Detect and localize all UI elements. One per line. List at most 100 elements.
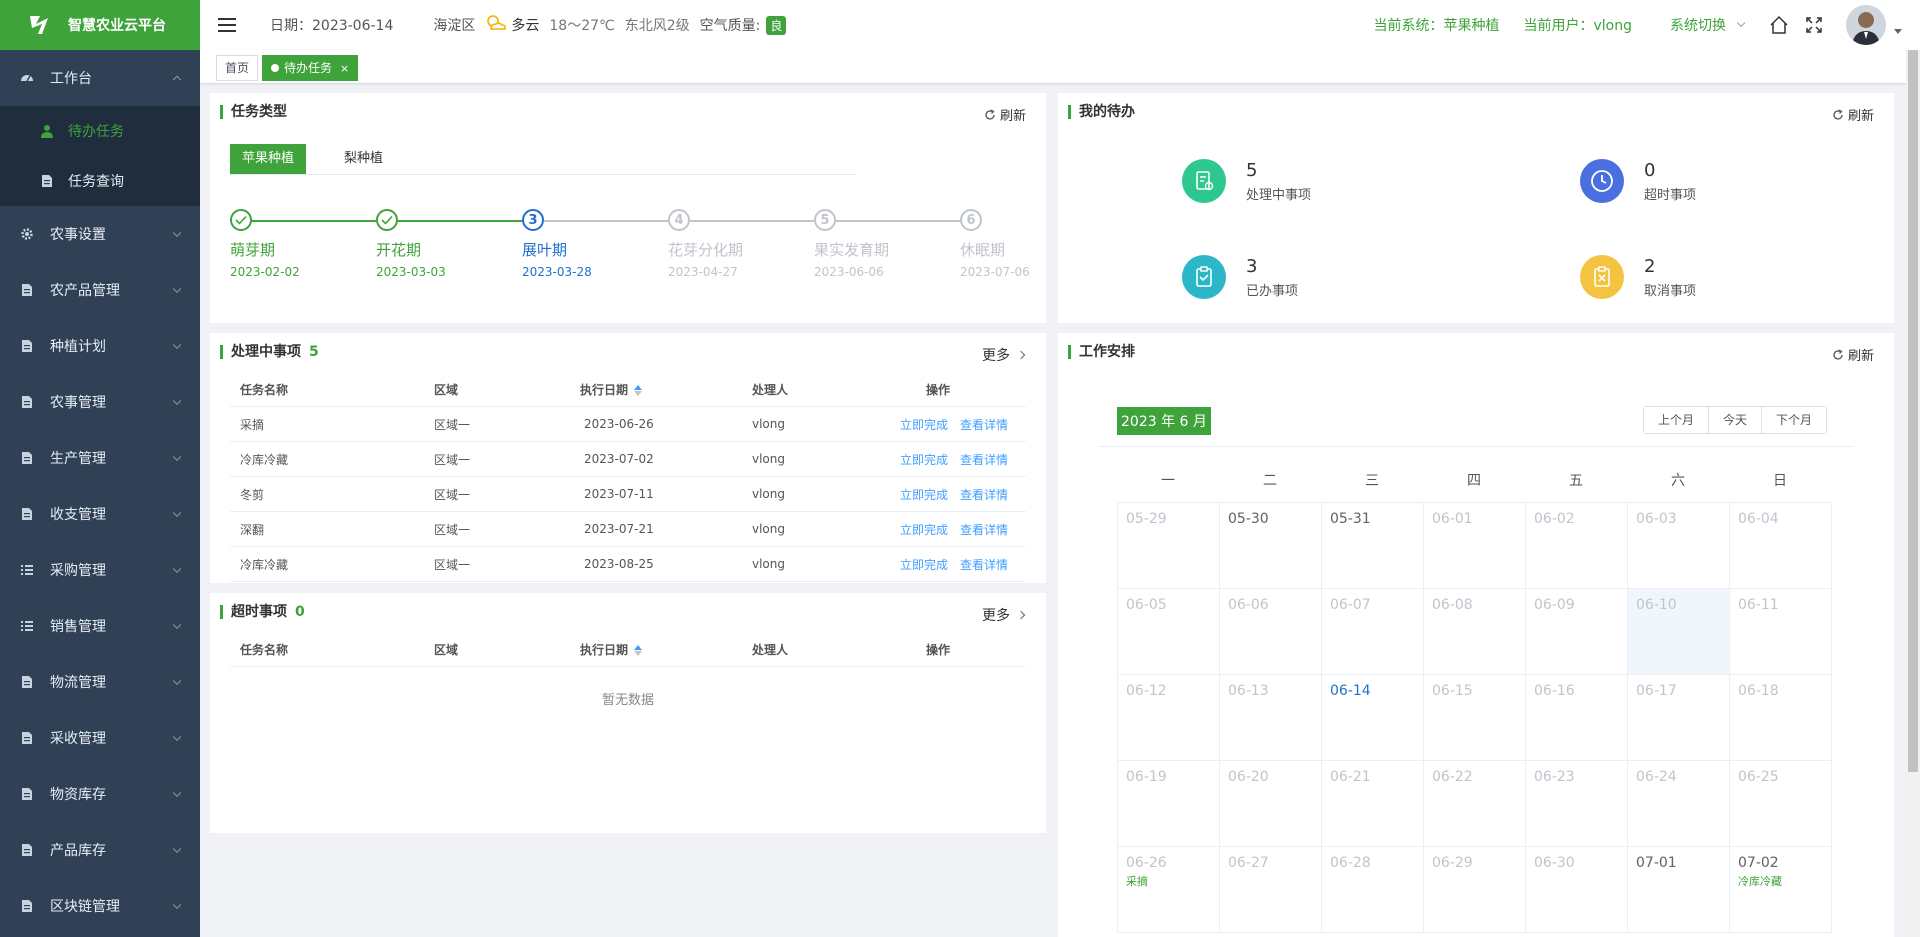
- complete-now-link[interactable]: 立即完成: [900, 451, 948, 468]
- tab-apple-planting[interactable]: 苹果种植: [230, 144, 307, 174]
- sidebar-item-2[interactable]: 农产品管理: [0, 262, 200, 318]
- calendar-day-cell[interactable]: 05-31: [1322, 503, 1424, 589]
- calendar-day-label: 06-14: [1330, 683, 1371, 699]
- view-detail-link[interactable]: 查看详情: [960, 451, 1008, 468]
- sidebar-item-3[interactable]: 种植计划: [0, 318, 200, 374]
- calendar-day-cell[interactable]: 06-20: [1220, 761, 1322, 847]
- calendar-day-cell[interactable]: 06-28: [1322, 847, 1424, 933]
- chevron-down-icon: [172, 284, 182, 294]
- page-scrollbar[interactable]: [1906, 50, 1920, 937]
- calendar-day-cell[interactable]: 06-23: [1526, 761, 1628, 847]
- overdue-more-link[interactable]: 更多: [982, 605, 1026, 625]
- calendar-day-cell[interactable]: 06-07: [1322, 589, 1424, 675]
- calendar-day-label: 07-01: [1636, 855, 1677, 871]
- complete-now-link[interactable]: 立即完成: [900, 556, 948, 573]
- calendar-day-cell[interactable]: 07-01: [1628, 847, 1730, 933]
- my-todo-refresh-button[interactable]: 刷新: [1832, 105, 1874, 124]
- hamburger-icon[interactable]: [218, 18, 236, 32]
- calendar-day-cell[interactable]: 05-30: [1220, 503, 1322, 589]
- sidebar-item-9[interactable]: 物流管理: [0, 654, 200, 710]
- sort-icon[interactable]: [634, 645, 643, 656]
- calendar-day-cell[interactable]: 06-24: [1628, 761, 1730, 847]
- sidebar-item-8[interactable]: 销售管理: [0, 598, 200, 654]
- view-detail-link[interactable]: 查看详情: [960, 556, 1008, 573]
- calendar-day-cell[interactable]: 06-05: [1118, 589, 1220, 675]
- home-icon[interactable]: [1768, 14, 1790, 36]
- calendar-day-cell[interactable]: 06-08: [1424, 589, 1526, 675]
- complete-now-link[interactable]: 立即完成: [900, 521, 948, 538]
- sidebar-subitem-0[interactable]: 待办任务: [0, 106, 200, 156]
- tab-pear-planting[interactable]: 梨种植: [332, 144, 395, 174]
- calendar-day-cell[interactable]: 06-02: [1526, 503, 1628, 589]
- calendar-day-cell[interactable]: 06-16: [1526, 675, 1628, 761]
- todo-stat-3[interactable]: 2 取消事项: [1580, 255, 1696, 299]
- calendar-event[interactable]: 采摘: [1126, 873, 1211, 889]
- calendar-day-cell[interactable]: 06-12: [1118, 675, 1220, 761]
- view-detail-link[interactable]: 查看详情: [960, 521, 1008, 538]
- col-exec-date[interactable]: 执行日期: [580, 641, 730, 658]
- calendar-day-label: 06-02: [1534, 511, 1575, 527]
- calendar-day-cell[interactable]: 06-30: [1526, 847, 1628, 933]
- sidebar-item-0[interactable]: 工作台: [0, 50, 200, 106]
- sidebar-subitem-1[interactable]: 任务查询: [0, 156, 200, 206]
- complete-now-link[interactable]: 立即完成: [900, 486, 948, 503]
- calendar-day-cell[interactable]: 06-27: [1220, 847, 1322, 933]
- col-exec-date-label: 执行日期: [580, 643, 629, 657]
- calendar-day-cell[interactable]: 06-09: [1526, 589, 1628, 675]
- calendar-day-cell[interactable]: 06-03: [1628, 503, 1730, 589]
- calendar-day-cell[interactable]: 06-18: [1730, 675, 1832, 761]
- sidebar-item-1[interactable]: 农事设置: [0, 206, 200, 262]
- sidebar-item-7[interactable]: 采购管理: [0, 542, 200, 598]
- calendar-day-cell[interactable]: 06-15: [1424, 675, 1526, 761]
- caret-down-icon[interactable]: [1894, 28, 1902, 34]
- app-logo[interactable]: 智慧农业云平台: [0, 0, 200, 50]
- calendar-day-cell[interactable]: 06-04: [1730, 503, 1832, 589]
- prev-month-button[interactable]: 上个月: [1644, 407, 1710, 433]
- more-label: 更多: [982, 348, 1010, 364]
- header-right: 当前系统：苹果种植 当前用户：vlong 系统切换: [1374, 0, 1920, 50]
- sidebar-item-6[interactable]: 收支管理: [0, 486, 200, 542]
- calendar-day-cell[interactable]: 06-11: [1730, 589, 1832, 675]
- user-avatar[interactable]: [1846, 5, 1886, 45]
- calendar-day-cell[interactable]: 05-29: [1118, 503, 1220, 589]
- todo-stat-2[interactable]: 3 已办事项: [1182, 255, 1298, 299]
- sidebar-item-12[interactable]: 产品库存: [0, 822, 200, 878]
- tag-todo-tasks[interactable]: 待办任务 ×: [262, 55, 359, 81]
- calendar-day-cell[interactable]: 06-17: [1628, 675, 1730, 761]
- view-detail-link[interactable]: 查看详情: [960, 416, 1008, 433]
- calendar-day-cell[interactable]: 06-01: [1424, 503, 1526, 589]
- sidebar-item-5[interactable]: 生产管理: [0, 430, 200, 486]
- calendar-day-cell[interactable]: 06-26 采摘: [1118, 847, 1220, 933]
- sidebar-item-11[interactable]: 物资库存: [0, 766, 200, 822]
- calendar-day-cell[interactable]: 06-29: [1424, 847, 1526, 933]
- next-month-button[interactable]: 下个月: [1762, 407, 1827, 433]
- scrollbar-thumb[interactable]: [1908, 50, 1918, 772]
- calendar-day-cell[interactable]: 06-10: [1628, 589, 1730, 675]
- col-exec-date[interactable]: 执行日期: [580, 381, 730, 398]
- tag-home[interactable]: 首页: [216, 55, 259, 81]
- sidebar-item-13[interactable]: 区块链管理: [0, 878, 200, 934]
- today-button[interactable]: 今天: [1709, 407, 1763, 433]
- complete-now-link[interactable]: 立即完成: [900, 416, 948, 433]
- fullscreen-icon[interactable]: [1804, 15, 1824, 35]
- calendar-event[interactable]: 冷库冷藏: [1738, 873, 1823, 889]
- calendar-day-cell[interactable]: 06-06: [1220, 589, 1322, 675]
- task-type-refresh-button[interactable]: 刷新: [984, 105, 1026, 124]
- close-icon[interactable]: ×: [340, 62, 349, 75]
- system-switch-dropdown[interactable]: 系统切换: [1670, 15, 1746, 35]
- calendar-day-cell[interactable]: 06-22: [1424, 761, 1526, 847]
- calendar-day-cell[interactable]: 07-02 冷库冷藏: [1730, 847, 1832, 933]
- schedule-refresh-button[interactable]: 刷新: [1832, 345, 1874, 364]
- calendar-day-cell[interactable]: 06-21: [1322, 761, 1424, 847]
- processing-more-link[interactable]: 更多: [982, 345, 1026, 365]
- sort-icon[interactable]: [634, 385, 643, 396]
- sidebar-item-4[interactable]: 农事管理: [0, 374, 200, 430]
- todo-stat-0[interactable]: 5 处理中事项: [1182, 159, 1311, 203]
- todo-stat-1[interactable]: 0 超时事项: [1580, 159, 1696, 203]
- calendar-day-cell[interactable]: 06-19: [1118, 761, 1220, 847]
- calendar-day-cell[interactable]: 06-25: [1730, 761, 1832, 847]
- calendar-day-cell[interactable]: 06-13: [1220, 675, 1322, 761]
- sidebar-item-10[interactable]: 采收管理: [0, 710, 200, 766]
- view-detail-link[interactable]: 查看详情: [960, 486, 1008, 503]
- calendar-day-cell[interactable]: 06-14: [1322, 675, 1424, 761]
